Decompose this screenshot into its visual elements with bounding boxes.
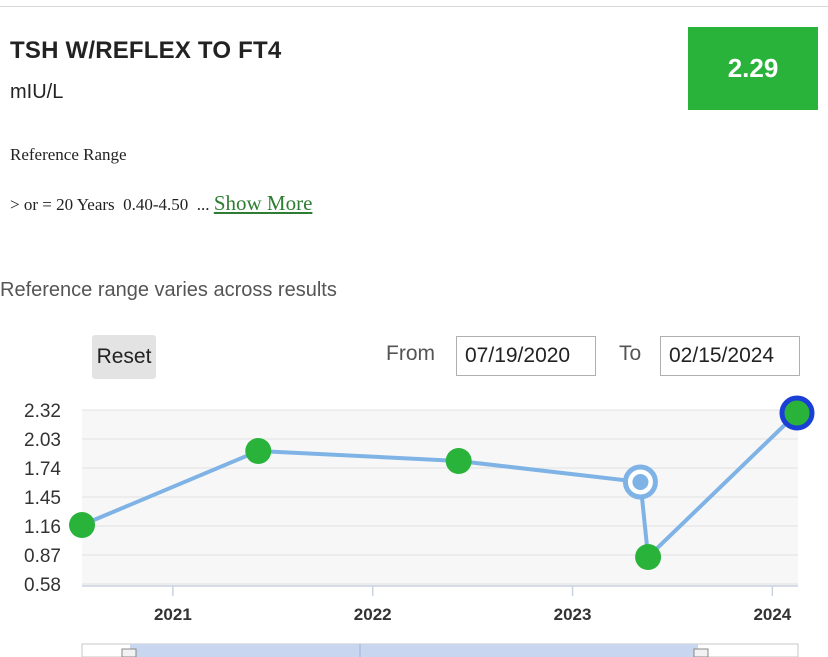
reference-varies-note: Reference range varies across results [0, 279, 337, 301]
x-axis: 2021 2022 2023 2024 [154, 586, 792, 624]
result-value-badge: 2.29 [688, 27, 818, 110]
x-tick-label: 2024 [753, 605, 791, 624]
range-navigator[interactable] [81, 643, 799, 657]
from-date-input[interactable] [456, 336, 596, 376]
data-point[interactable] [69, 512, 95, 538]
navigator-right-handle[interactable] [693, 648, 709, 657]
y-tick-label: 2.03 [24, 430, 61, 451]
data-point-selected[interactable] [779, 395, 815, 431]
top-divider [0, 0, 828, 7]
data-point[interactable] [245, 438, 272, 464]
test-name: TSH W/REFLEX TO FT4 [10, 37, 282, 64]
data-point[interactable] [635, 544, 662, 570]
data-point-hover-dot [632, 474, 649, 490]
y-tick-label: 1.45 [24, 488, 61, 509]
x-tick-label: 2022 [354, 605, 392, 624]
x-tick-label: 2023 [554, 605, 592, 624]
reference-range-label: Reference Range [10, 145, 127, 164]
to-date-input[interactable] [660, 336, 800, 376]
y-tick-label: 1.74 [24, 459, 61, 480]
navigator-left-handle[interactable] [121, 648, 137, 657]
reference-range-text: > or = 20 Years 0.40-4.50 ... [10, 195, 210, 214]
y-tick-label: 2.32 [24, 401, 61, 422]
reset-button[interactable]: Reset [92, 335, 156, 379]
y-tick-label: 0.87 [24, 546, 61, 567]
plot-background [82, 410, 798, 586]
units-label: mIU/L [10, 81, 64, 103]
navigator-selection[interactable] [130, 644, 698, 657]
x-tick-label: 2021 [154, 605, 192, 624]
to-label: To [619, 342, 642, 365]
results-line-chart[interactable]: 2.322.031.741.451.160.870.58 2021 2022 202… [0, 390, 828, 657]
data-point[interactable] [445, 448, 472, 474]
y-tick-label: 0.58 [24, 575, 61, 596]
y-tick-label: 1.16 [24, 517, 61, 538]
from-label: From [386, 342, 435, 365]
reference-range-line: > or = 20 Years 0.40-4.50 ... Show More [10, 191, 312, 216]
show-more-link[interactable]: Show More [214, 191, 313, 215]
